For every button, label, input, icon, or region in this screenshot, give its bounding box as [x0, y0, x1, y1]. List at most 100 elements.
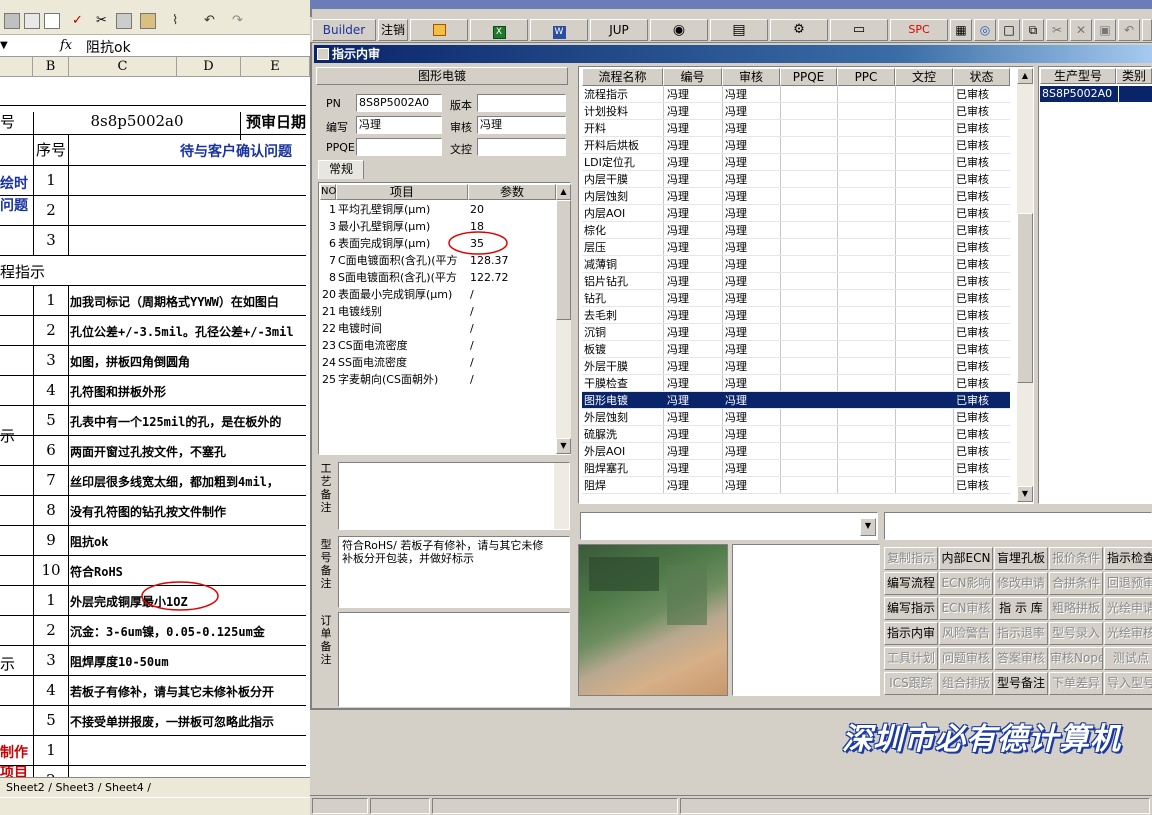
flow-row[interactable]: 铝片钻孔 冯理 冯理 已审核 — [582, 273, 1010, 290]
param-value[interactable]: 122.72 — [470, 269, 560, 286]
param-value[interactable]: / — [470, 320, 560, 337]
flow-row[interactable]: 阻焊 冯理 冯理 已审核 — [582, 477, 1010, 494]
action-button[interactable]: 光绘审核 — [1104, 622, 1152, 645]
instruction-row[interactable]: 2 沉金：3-6um镍，0.05-0.125um金 — [0, 616, 306, 646]
instruction-text[interactable]: 阻焊厚度10-50um — [70, 653, 306, 670]
param-row[interactable]: 7 C面电镀面积(含孔)(平方 128.37 — [320, 252, 556, 269]
action-button[interactable]: 粗略拼板 — [1049, 597, 1103, 620]
instruction-text[interactable]: 两面开窗过孔按文件，不塞孔 — [70, 443, 306, 460]
sheet-tab-list[interactable]: Sheet2 / Sheet3 / Sheet4 / — [6, 781, 151, 794]
more-button[interactable] — [1142, 19, 1152, 41]
col-header-b[interactable]: B — [33, 57, 69, 77]
flow-row[interactable]: 内层AOI 冯理 冯理 已审核 — [582, 205, 1010, 222]
save-button[interactable]: ▣ — [1094, 19, 1116, 41]
param-row[interactable]: 8 S面电镀面积(含孔)(平方 122.72 — [320, 269, 556, 286]
flow-row[interactable]: 钻孔 冯理 冯理 已审核 — [582, 290, 1010, 307]
spc-button[interactable]: SPC — [890, 19, 948, 41]
flow-scroll-up-icon[interactable]: ▲ — [1017, 68, 1033, 84]
param-col-item[interactable]: 项目 — [336, 184, 468, 200]
model-table[interactable] — [1038, 66, 1152, 504]
param-value[interactable]: / — [470, 286, 560, 303]
param-col-value[interactable]: 参数 — [468, 184, 556, 200]
flow-scrollbar[interactable]: ▲ ▼ — [1017, 68, 1033, 502]
undo-icon[interactable]: ↶ — [204, 13, 220, 29]
action-button[interactable]: 报价条件 — [1049, 547, 1103, 570]
flow-col-header[interactable]: 文控 — [895, 68, 953, 86]
param-value[interactable]: 20 — [470, 201, 560, 218]
scroll-up-icon[interactable]: ▲ — [556, 184, 571, 200]
flow-row[interactable]: 干膜检查 冯理 冯理 已审核 — [582, 375, 1010, 392]
param-row[interactable]: 3 最小孔壁铜厚(μm) 18 — [320, 218, 556, 235]
action-button[interactable]: 风险警告 — [939, 622, 993, 645]
action-button[interactable]: 合拼条件 — [1049, 572, 1103, 595]
param-col-no[interactable]: NO — [320, 184, 336, 200]
action-button[interactable]: 复制指示 — [884, 547, 938, 570]
flow-row[interactable]: 外层AOI 冯理 冯理 已审核 — [582, 443, 1010, 460]
param-scrollbar[interactable]: ▲ ▼ — [556, 184, 571, 454]
instruction-row[interactable]: 3 如图，拼板四角倒圆角 — [0, 346, 306, 376]
action-button[interactable]: ECN审核 — [939, 597, 993, 620]
action-button[interactable]: 内部ECN — [939, 547, 993, 570]
craft-note-scrollbar[interactable] — [554, 463, 569, 529]
flow-row[interactable]: 开料 冯理 冯理 已审核 — [582, 120, 1010, 137]
delete-button[interactable]: ✕ — [1070, 19, 1092, 41]
format-painter-icon[interactable]: ⌇ — [172, 13, 188, 29]
flow-row[interactable]: 去毛刺 冯理 冯理 已审核 — [582, 307, 1010, 324]
flow-scroll-thumb[interactable] — [1017, 213, 1033, 383]
report-button[interactable] — [410, 19, 468, 41]
database-button[interactable]: ▤ — [710, 19, 768, 41]
instruction-text[interactable]: 孔表中有一个125mil的孔，是在板外的 — [70, 413, 306, 430]
cut-icon[interactable]: ✂ — [96, 13, 112, 29]
version-field[interactable] — [477, 94, 566, 112]
action-button[interactable]: 测试点 — [1104, 647, 1152, 670]
instruction-row[interactable]: 4 孔符图和拼板外形 — [0, 376, 306, 406]
instruction-row[interactable]: 7 丝印层很多线宽太细，都加粗到4mil， — [0, 466, 306, 496]
action-button[interactable]: 答案审核 — [994, 647, 1048, 670]
make-item-row[interactable]: 1 — [0, 736, 306, 766]
builder-home-button[interactable]: Builder — [312, 19, 376, 41]
instruction-row[interactable]: 4 若板子有修补，请与其它未修补板分开 — [0, 676, 306, 706]
logout-button[interactable]: 注销 — [378, 19, 408, 41]
flow-row[interactable]: 减薄铜 冯理 冯理 已审核 — [582, 256, 1010, 273]
flow-col-header[interactable]: PPQE — [780, 68, 837, 86]
undo-button[interactable]: ↶ — [1118, 19, 1140, 41]
instruction-row[interactable]: 5 不接受单拼报废，一拼板可忽略此指示 — [0, 706, 306, 736]
flow-row[interactable]: 棕化 冯理 冯理 已审核 — [582, 222, 1010, 239]
flow-row[interactable]: 层压 冯理 冯理 已审核 — [582, 239, 1010, 256]
instruction-text[interactable]: 丝印层很多线宽太细，都加粗到4mil， — [70, 473, 306, 490]
flow-col-header[interactable]: 状态 — [953, 68, 1010, 86]
new-button[interactable]: □ — [998, 19, 1020, 41]
chevron-down-icon[interactable]: ▼ — [860, 518, 876, 536]
col-header-c[interactable]: C — [69, 57, 177, 77]
confirm-row[interactable]: 2 — [0, 196, 306, 226]
action-button[interactable]: 盲埋孔板 — [994, 547, 1048, 570]
writer-field[interactable]: 冯理 — [356, 116, 442, 134]
image-preview-box[interactable] — [732, 544, 880, 696]
folder-icon[interactable] — [4, 13, 20, 29]
instruction-text[interactable]: 不接受单拼报废，一拼板可忽略此指示 — [70, 713, 306, 730]
flow-row[interactable]: 硫脲洗 冯理 冯理 已审核 — [582, 426, 1010, 443]
flow-row[interactable]: 板镀 冯理 冯理 已审核 — [582, 341, 1010, 358]
tools-button[interactable]: ⚙ — [770, 19, 828, 41]
flow-row[interactable]: LDI定位孔 冯理 冯理 已审核 — [582, 154, 1010, 171]
instruction-text[interactable]: 沉金：3-6um镍，0.05-0.125um金 — [70, 623, 306, 640]
instruction-text[interactable]: 孔位公差+/-3.5mil。孔径公差+/-3mil — [70, 323, 306, 340]
flow-row[interactable]: 内层干膜 冯理 冯理 已审核 — [582, 171, 1010, 188]
instruction-text[interactable]: 没有孔符图的钻孔按文件制作 — [70, 503, 306, 520]
instruction-text[interactable]: 孔符图和拼板外形 — [70, 383, 306, 400]
model-note-field[interactable]: 符合RoHS/ 若板子有修补，请与其它未修补板分开包装，并做好标示 — [338, 536, 570, 608]
action-button[interactable]: 光绘申请 — [1104, 597, 1152, 620]
name-box-dropdown-icon[interactable]: ▼ — [0, 40, 8, 51]
action-button[interactable]: 下单差异 — [1049, 672, 1103, 695]
sheet-tabs[interactable]: Sheet2 / Sheet3 / Sheet4 / — [0, 777, 310, 797]
excel-export-button[interactable]: X — [470, 19, 528, 41]
browser-button[interactable]: ◎ — [974, 19, 996, 41]
action-button[interactable]: 修改申请 — [994, 572, 1048, 595]
action-button[interactable]: 指示检查 — [1104, 547, 1152, 570]
action-button[interactable]: 指示内审 — [884, 622, 938, 645]
action-button[interactable]: 指 示 库 — [994, 597, 1048, 620]
action-button[interactable]: 工具计划 — [884, 647, 938, 670]
right-input[interactable] — [884, 512, 1152, 540]
flow-col-header[interactable]: PPC — [837, 68, 895, 86]
param-value[interactable]: / — [470, 303, 560, 320]
